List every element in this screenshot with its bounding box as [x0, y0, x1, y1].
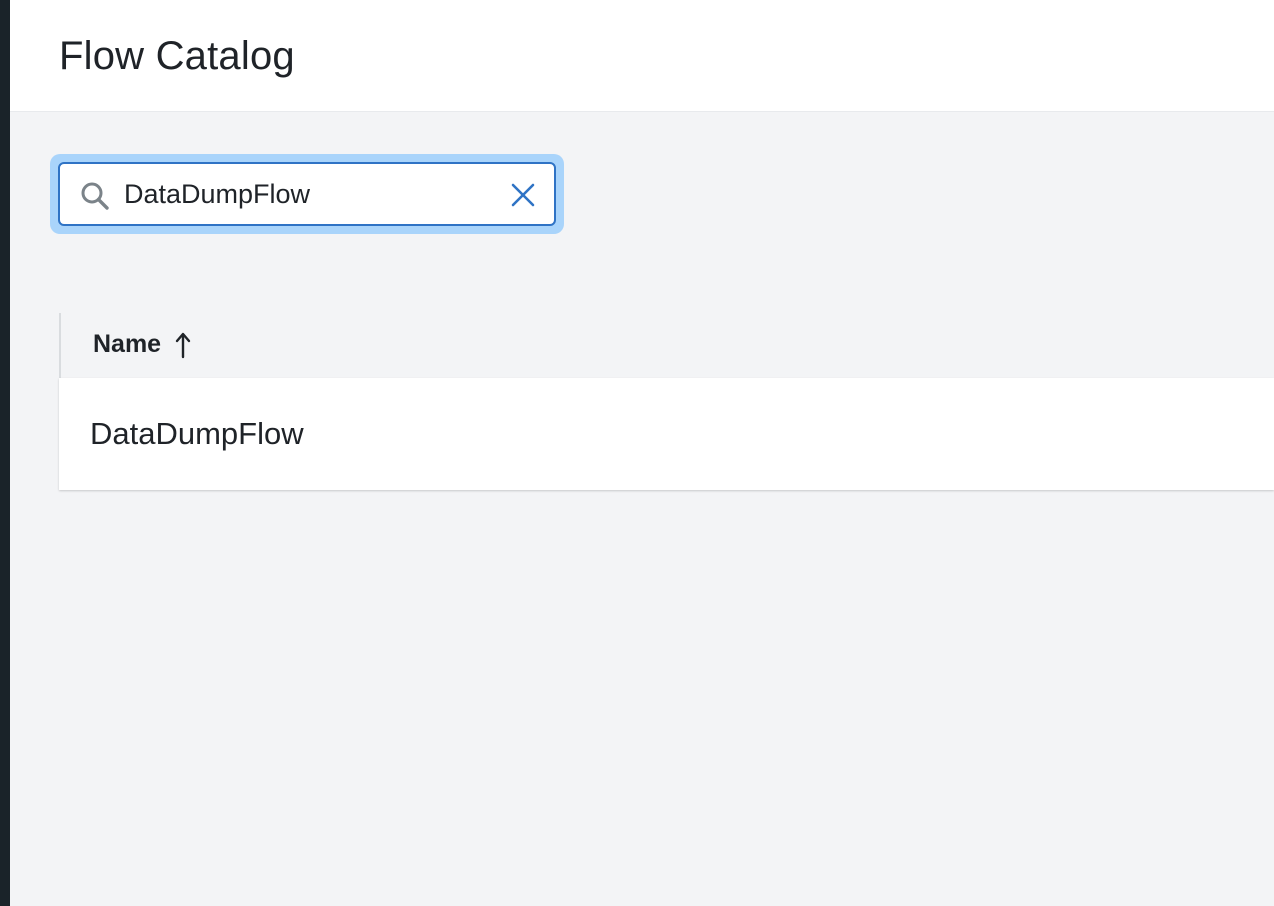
row-name-cell: DataDumpFlow	[90, 416, 304, 451]
arrow-up-icon	[175, 331, 191, 359]
flow-table: Name DataDumpFlow	[59, 313, 1274, 491]
page-title: Flow Catalog	[59, 34, 295, 78]
table-row[interactable]: DataDumpFlow	[59, 378, 1274, 490]
search-focus-ring	[50, 154, 564, 234]
app-root: Flow Catalog Name	[0, 0, 1274, 906]
left-navigation-rail	[0, 0, 10, 906]
search-box[interactable]	[58, 162, 556, 226]
column-header-label: Name	[93, 330, 162, 358]
table-header: Name	[59, 313, 1274, 378]
close-icon[interactable]	[508, 180, 538, 210]
page-header: Flow Catalog	[10, 0, 1274, 112]
search-icon	[79, 180, 111, 212]
column-header-name[interactable]: Name	[93, 330, 191, 359]
search-input[interactable]	[124, 174, 494, 214]
